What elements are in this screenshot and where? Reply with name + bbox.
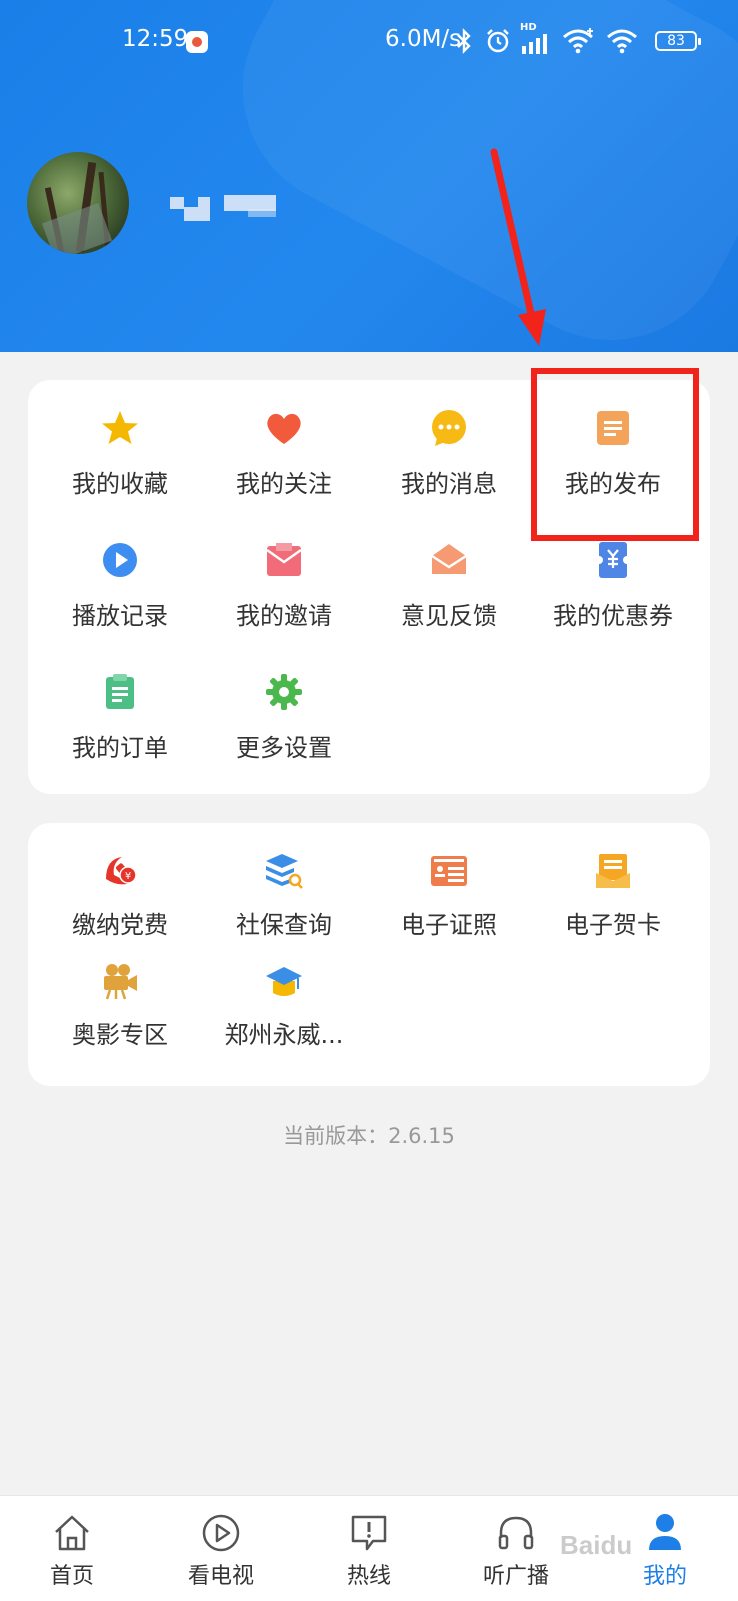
graduation-cap-icon [266,967,302,996]
menu-item-orders[interactable]: 我的订单 [35,672,205,763]
nav-label: 听广播 [482,1564,549,1589]
home-icon [55,1515,89,1551]
app-version: 当前版本：2.6.15 [283,1124,455,1148]
menu-item-label: 播放记录 [72,602,168,630]
menu-item-label: 我的优惠券 [553,602,673,630]
hotline-icon [351,1515,387,1551]
coupon-icon [595,542,631,578]
menu-item-label: 我的订单 [72,734,168,762]
menu-item-label: 奥影专区 [72,1021,168,1049]
heart-icon [267,413,301,444]
nav-label: 看电视 [187,1564,254,1589]
menu-item-label: 我的邀请 [236,602,332,630]
gear-icon [266,674,302,710]
id-card-icon [431,856,467,886]
profile-icon [649,1514,681,1550]
tv-play-icon [202,1514,240,1552]
invitation-icon [266,543,302,576]
social-security-icon [266,854,303,889]
menu-item-label: 更多设置 [236,734,332,762]
menu-item-settings[interactable]: 更多设置 [199,672,369,763]
clipboard-icon [106,674,134,709]
menu-item-invitations[interactable]: 我的邀请 [199,540,369,631]
menu-item-play-history[interactable]: 播放记录 [35,540,205,631]
menu-item-label: 我的收藏 [72,470,168,498]
envelope-icon [431,544,467,574]
annotation-arrow [490,148,546,346]
menu-item-e-greeting-card[interactable]: 电子贺卡 [528,851,698,940]
party-fee-icon: ¥ [106,857,137,885]
star-icon [102,411,138,444]
menu-item-label: 意见反馈 [401,602,497,630]
menu-item-label: 电子证照 [401,911,497,939]
menu-item-messages[interactable]: 我的消息 [364,408,534,499]
menu-item-zhengzhou-yongwei[interactable]: 郑州永威... [199,961,369,1050]
nav-label: 首页 [49,1564,94,1589]
menu-item-label: 我的关注 [236,470,332,498]
svg-text:¥: ¥ [125,871,131,882]
menu-item-party-fee[interactable]: ¥ 缴纳党费 [35,851,205,940]
menu-item-label: 缴纳党费 [72,911,168,939]
menu-item-label: 社保查询 [236,911,332,939]
menu-item-label: 电子贺卡 [565,911,661,939]
nav-label: 我的 [642,1564,687,1589]
menu-item-social-security[interactable]: 社保查询 [199,851,369,940]
menu-item-film-zone[interactable]: 奥影专区 [35,961,205,1050]
headphones-icon [498,1516,534,1550]
watermark: Baidu [560,1530,633,1560]
menu-item-e-license[interactable]: 电子证照 [364,851,534,940]
play-circle-icon [103,543,137,577]
menu-item-favorites[interactable]: 我的收藏 [35,408,205,499]
menu-item-coupons[interactable]: 我的优惠券 [528,540,698,631]
greeting-card-icon [596,854,630,888]
menu-item-label: 郑州永威... [224,1021,344,1049]
services-menu-card: ¥ 缴纳党费 社保查询 电子证照 电子贺卡 奥影专区 郑州永威... [28,823,710,1086]
nav-hotline[interactable]: 热线 [309,1512,429,1590]
nav-label: 热线 [346,1564,391,1589]
nav-radio[interactable]: 听广播 [456,1512,576,1590]
nav-home[interactable]: 首页 [12,1512,132,1590]
menu-item-label: 我的消息 [401,470,497,498]
menu-item-feedback[interactable]: 意见反馈 [364,540,534,631]
annotation-highlight-box [531,368,699,541]
menu-item-following[interactable]: 我的关注 [199,408,369,499]
nav-watch-tv[interactable]: 看电视 [161,1512,281,1590]
chat-bubble-icon [432,410,466,446]
movie-camera-icon [104,964,137,1000]
